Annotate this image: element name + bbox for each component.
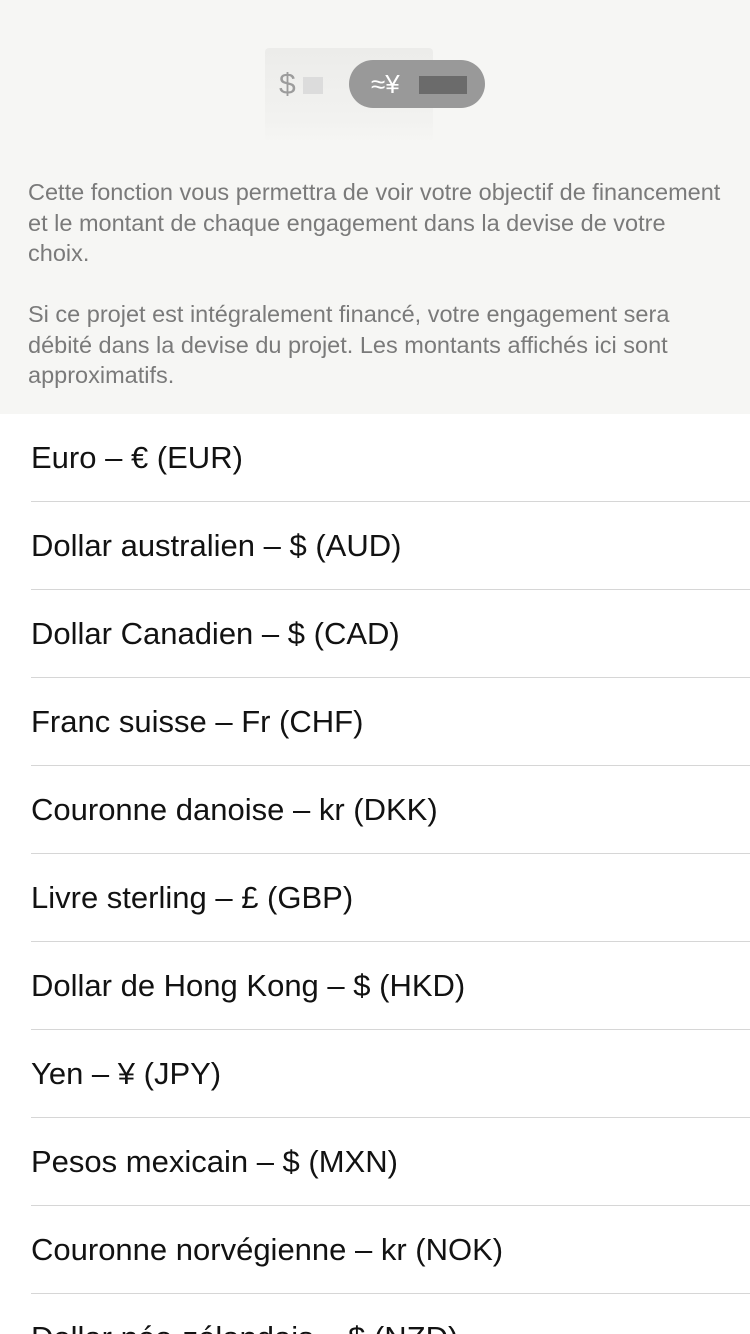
currency-item-gbp[interactable]: Livre sterling – £ (GBP): [31, 854, 750, 942]
currency-item-hkd[interactable]: Dollar de Hong Kong – $ (HKD): [31, 942, 750, 1030]
amount-placeholder: [303, 77, 323, 94]
currency-item-nok[interactable]: Couronne norvégienne – kr (NOK): [31, 1206, 750, 1294]
currency-info-header: $ ≈¥ Cette fonction vous permettra de vo…: [0, 0, 750, 414]
currency-item-dkk[interactable]: Couronne danoise – kr (DKK): [31, 766, 750, 854]
currency-item-cad[interactable]: Dollar Canadien – $ (CAD): [31, 590, 750, 678]
description-paragraph-1: Cette fonction vous permettra de voir vo…: [28, 179, 721, 266]
currency-item-mxn[interactable]: Pesos mexicain – $ (MXN): [31, 1118, 750, 1206]
yen-icon: ≈¥: [371, 69, 400, 99]
currency-list: Euro – € (EUR) Dollar australien – $ (AU…: [0, 414, 750, 1334]
currency-item-aud[interactable]: Dollar australien – $ (AUD): [31, 502, 750, 590]
currency-item-jpy[interactable]: Yen – ¥ (JPY): [31, 1030, 750, 1118]
currency-item-nzd[interactable]: Dollar néo-zélandais – $ (NZD): [31, 1294, 750, 1334]
currency-conversion-illustration: $ ≈¥: [265, 48, 485, 148]
currency-item-chf[interactable]: Franc suisse – Fr (CHF): [31, 678, 750, 766]
description-paragraph-2: Si ce projet est intégralement financé, …: [28, 301, 670, 388]
converted-amount-placeholder: [419, 76, 467, 94]
dollar-icon: $: [279, 68, 296, 101]
converted-amount-pill: ≈¥: [349, 60, 485, 108]
currency-item-eur[interactable]: Euro – € (EUR): [31, 414, 750, 502]
